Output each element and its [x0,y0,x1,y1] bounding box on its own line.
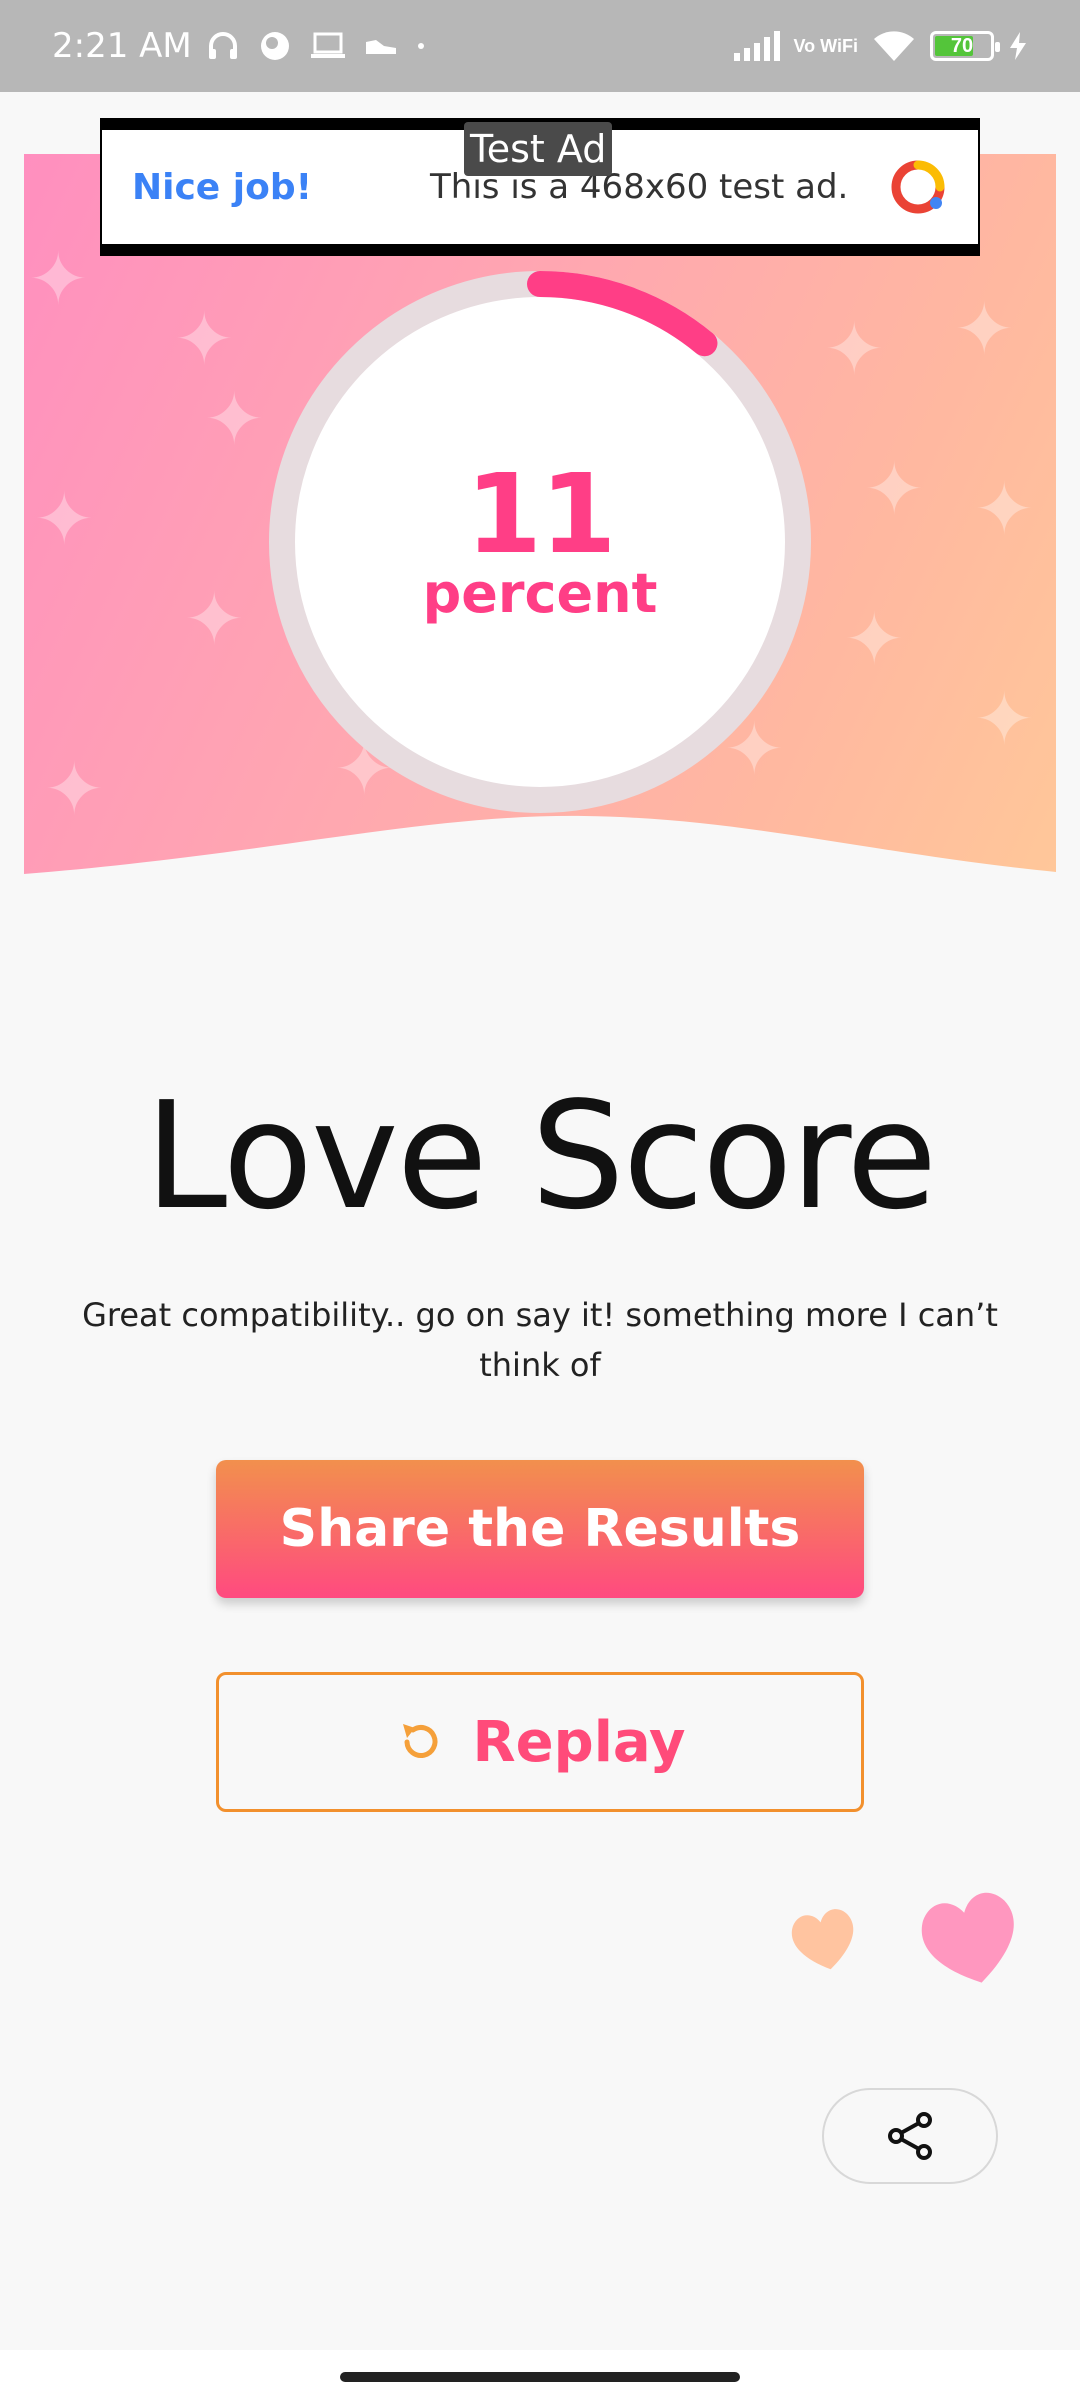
sparkle-decoration: ✦ [974,680,1035,760]
charging-bolt-icon [1010,32,1026,60]
share-icon [888,2112,932,2160]
status-bar: 2:21 AM Vo WiFi 70 [0,0,1080,92]
battery-icon: 70 [930,31,1000,61]
vowifi-label: Vo WiFi [793,36,859,56]
sparkle-decoration: ✦ [204,380,265,460]
headphones-icon [208,32,237,59]
ad-logo-icon [891,160,945,214]
score-unit: percent [422,562,658,625]
sparkle-decoration: ✦ [28,240,89,320]
sparkle-decoration: ✦ [184,580,245,660]
heart-icon [921,1892,1014,1983]
heart-icon [791,1909,854,1970]
share-results-button[interactable]: Share the Results [216,1460,864,1598]
home-gesture-handle[interactable] [340,2372,740,2382]
dot-icon [417,43,424,49]
replay-button[interactable]: Replay [216,1672,864,1812]
score-ring: 11 percent [268,270,812,814]
status-time: 2:21 AM [52,26,192,66]
status-right-icons: Vo WiFi 70 [733,29,1029,63]
replay-label: Replay [472,1709,686,1775]
sparkle-decoration: ✦ [34,480,95,560]
sparkle-decoration: ✦ [974,470,1035,550]
ad-headline: Nice job! [132,166,313,208]
sparkle-decoration: ✦ [864,450,925,530]
laptop-icon [310,32,345,58]
shoe-icon [365,40,396,54]
result-description: Great compatibility.. go on say it! some… [82,1296,998,1384]
wifi-icon [874,31,914,61]
status-notification-icons [206,29,426,63]
sparkle-decoration: ✦ [174,300,235,380]
share-button[interactable] [822,2088,998,2184]
sparkle-decoration: ✦ [824,310,885,390]
app-notification-icon [260,32,289,60]
sparkle-decoration: ✦ [954,290,1015,370]
ad-tag: Test Ad [464,122,613,176]
result-title: Love Score [144,1070,938,1242]
score-value: 11 [465,450,616,578]
sparkle-decoration: ✦ [844,600,905,680]
battery-level: 70 [950,34,974,57]
navigation-bar [0,2350,1080,2400]
replay-icon [402,1724,437,1758]
signal-icon [733,31,780,61]
